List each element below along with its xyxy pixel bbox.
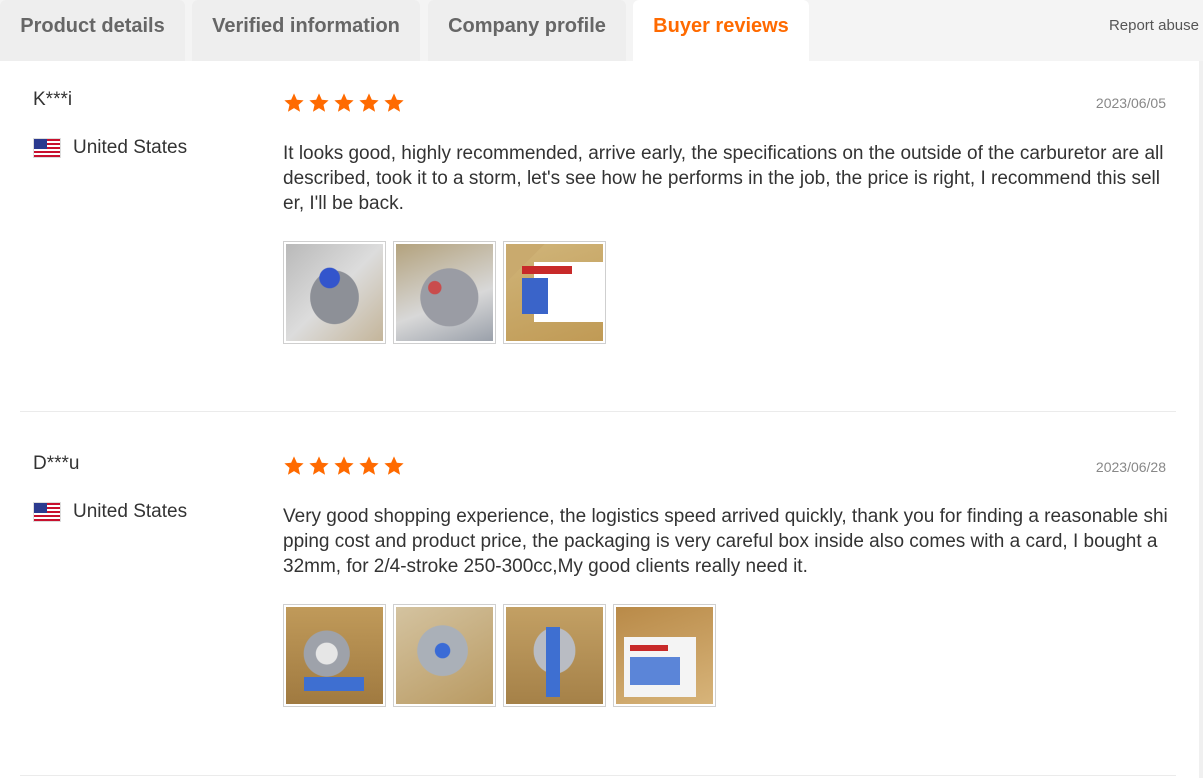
tab-product-details[interactable]: Product details <box>0 0 185 61</box>
review-photo-carburetor-side[interactable] <box>393 604 496 707</box>
review-item: K***i United States 2023/06/05 It looks … <box>20 61 1176 412</box>
us-flag-icon <box>33 138 61 158</box>
star-icon <box>284 93 304 112</box>
review-photo-product-box-open[interactable] <box>613 604 716 707</box>
review-date: 2023/06/28 <box>1095 459 1166 475</box>
tab-company-profile[interactable]: Company profile <box>428 0 626 61</box>
review-photo-carburetor-front[interactable] <box>283 604 386 707</box>
us-flag-icon <box>33 502 61 522</box>
star-icon <box>359 456 379 475</box>
reviewer-name: K***i <box>33 89 73 110</box>
star-icon <box>309 93 329 112</box>
review-photo-carburetor-in-hand[interactable] <box>283 241 386 344</box>
review-text: It looks good, highly recommended, arriv… <box>283 143 1164 214</box>
reviewer-name: D***u <box>33 453 80 474</box>
star-icon <box>334 456 354 475</box>
review-photos <box>283 241 606 344</box>
report-abuse-link[interactable]: Report abuse <box>1109 17 1199 34</box>
review-photo-product-box[interactable] <box>503 241 606 344</box>
tab-bar: Product details Verified information Com… <box>0 0 1203 61</box>
review-item: D***u United States 2023/06/28 Very good… <box>20 425 1176 776</box>
scrollbar[interactable] <box>1199 61 1203 778</box>
reviewer-country: United States <box>33 501 187 523</box>
star-icon <box>309 456 329 475</box>
review-date: 2023/06/05 <box>1095 95 1166 111</box>
star-icon <box>384 93 404 112</box>
reviews-panel: K***i United States 2023/06/05 It looks … <box>0 61 1199 778</box>
review-photos <box>283 604 716 707</box>
reviewer-country: United States <box>33 137 187 159</box>
star-icon <box>284 456 304 475</box>
star-rating <box>283 92 405 114</box>
review-photo-carburetor-top[interactable] <box>503 604 606 707</box>
star-icon <box>334 93 354 112</box>
tab-buyer-reviews[interactable]: Buyer reviews <box>633 0 809 61</box>
star-icon <box>384 456 404 475</box>
review-text: Very good shopping experience, the logis… <box>283 506 1168 577</box>
country-label: United States <box>73 137 188 158</box>
star-icon <box>359 93 379 112</box>
star-rating <box>283 455 405 477</box>
country-label: United States <box>73 501 188 522</box>
tab-verified-information[interactable]: Verified information <box>192 0 420 61</box>
review-photo-carburetor-in-box[interactable] <box>393 241 496 344</box>
